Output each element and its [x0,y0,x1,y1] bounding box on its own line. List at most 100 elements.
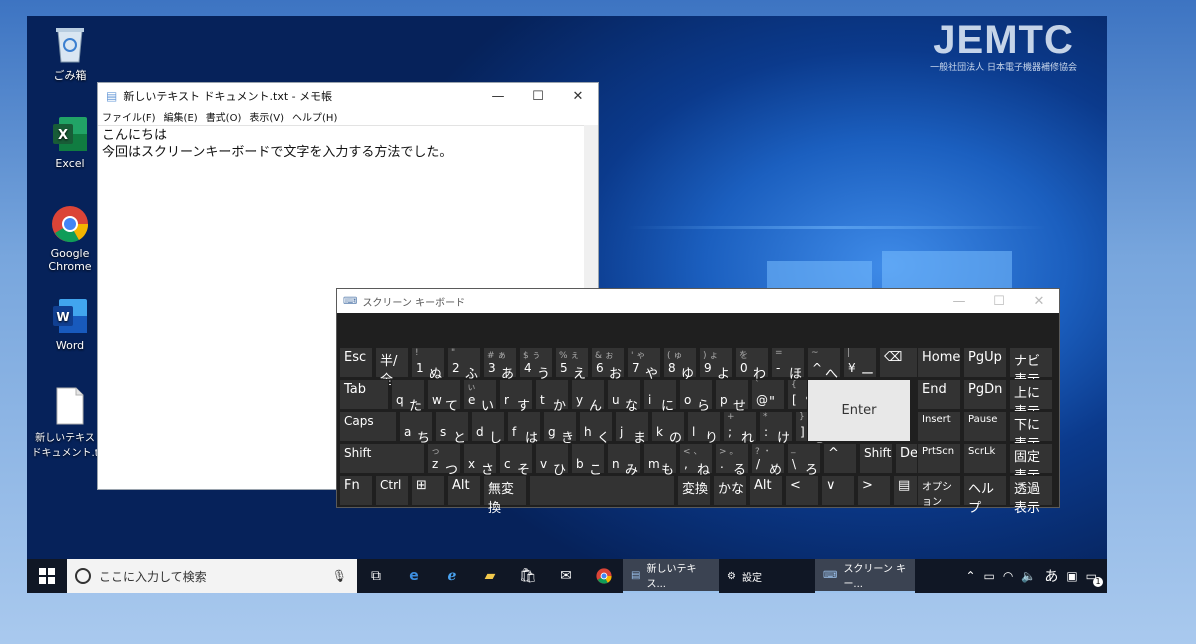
maximize-button[interactable]: ☐ [979,294,1019,309]
osk-key[interactable]: +; れ [723,411,757,446]
ime-mode-indicator[interactable]: あ [1044,566,1058,586]
start-button[interactable] [27,559,67,593]
osk-key[interactable]: 半/全 [375,347,409,388]
osk-side-key[interactable]: PgUp [963,347,1007,378]
osk-key[interactable]: < 、, ね [679,443,713,478]
menu-file[interactable]: ファイル(F) [102,109,156,125]
osk-key[interactable]: " 2 ふ [447,347,481,382]
menu-edit[interactable]: 編集(E) [164,109,198,125]
osk-key[interactable] [529,475,675,506]
osk-key[interactable]: ∨ [821,475,855,506]
osk-key[interactable]: Alt [447,475,481,506]
taskbar-app-osk[interactable]: ⌨ スクリーン キー... [815,559,915,593]
osk-key[interactable]: Shift [339,443,425,474]
osk-side-key[interactable]: 上に表示 [1009,379,1053,420]
battery-icon[interactable]: ▭ [984,569,995,583]
osk-key[interactable]: を0わ [735,347,769,382]
osk-key[interactable]: Caps [339,411,397,442]
osk-key[interactable]: > [857,475,891,506]
osk-key[interactable]: nみ [607,443,641,478]
task-view-icon[interactable]: ⧉ [357,559,395,593]
osk-key[interactable]: sと [435,411,469,446]
osk-key[interactable]: uな [607,379,641,414]
close-button[interactable]: ✕ [1019,294,1059,309]
minimize-button[interactable]: — [939,294,979,309]
close-button[interactable]: ✕ [558,89,598,104]
osk-key[interactable]: | ¥ ー [843,347,877,382]
osk-side-key[interactable]: ヘルプ [963,475,1007,516]
osk-key[interactable]: = - ほ [771,347,805,382]
osk-key[interactable]: < [785,475,819,506]
osk-key[interactable]: % ぇ5え [555,347,589,382]
osk-side-key[interactable]: Insert [917,411,961,442]
osk-key[interactable]: iに [643,379,677,414]
osk-side-key[interactable]: ナビ表示 [1009,347,1053,388]
osk-key[interactable]: bこ [571,443,605,478]
osk-key[interactable]: Ctrl [375,475,409,506]
osk-key[interactable]: *: け [759,411,793,446]
osk-side-key[interactable]: ScrLk [963,443,1007,474]
osk-key[interactable]: kの [651,411,685,446]
osk-side-key[interactable]: End [917,379,961,410]
taskbar-app-notepad[interactable]: ▤ 新しいテキス... [623,559,719,593]
maximize-button[interactable]: ☐ [518,89,558,104]
on-screen-keyboard-window[interactable]: ⌨ スクリーン キーボード — ☐ ✕ Esc半/全!1ぬ"2ふ# ぁ3あ$ ぅ… [336,288,1060,516]
osk-key[interactable]: wて [427,379,461,414]
osk-side-key[interactable]: 透過表示 [1009,475,1053,516]
osk-key[interactable]: Alt [749,475,783,506]
volume-icon[interactable]: 🔈 [1021,569,1036,583]
osk-key[interactable]: pせ [715,379,749,414]
osk-key[interactable]: $ ぅ4う [519,347,553,382]
taskbar-app-settings[interactable]: ⚙ 設定 [719,559,815,593]
osk-key[interactable]: っzつ [427,443,461,478]
osk-key[interactable]: cそ [499,443,533,478]
osk-key[interactable]: tか [535,379,569,414]
osk-enter-key[interactable]: Enter [807,379,911,442]
osk-key[interactable]: ⊞ [411,475,445,506]
osk-key[interactable]: かな [713,475,747,506]
osk-key[interactable]: Esc [339,347,373,378]
osk-side-key[interactable]: PgDn [963,379,1007,410]
osk-key[interactable]: qた [391,379,425,414]
osk-key[interactable]: fは [507,411,541,446]
file-explorer-icon[interactable]: ▰ [471,559,509,593]
osk-key[interactable]: mも [643,443,677,478]
osk-key[interactable]: oら [679,379,713,414]
notification-center-icon[interactable]: ▭ 1 [1086,569,1103,587]
edge-icon[interactable]: e [395,559,433,593]
osk-key[interactable]: ' ゃ7や [627,347,661,382]
osk-key[interactable]: ) ょ9よ [699,347,733,382]
osk-key[interactable]: ? ・ / め [751,443,785,478]
osk-side-key[interactable]: 下に表示 [1009,411,1053,452]
notepad-titlebar[interactable]: ▤ 新しいテキスト ドキュメント.txt - メモ帳 — ☐ ✕ [98,83,598,109]
osk-key[interactable]: dし [471,411,505,446]
osk-titlebar[interactable]: ⌨ スクリーン キーボード — ☐ ✕ [337,289,1059,313]
osk-key[interactable]: rす [499,379,533,414]
osk-side-key[interactable]: Home [917,347,961,378]
osk-key[interactable]: hく [579,411,613,446]
osk-side-key[interactable]: PrtScn [917,443,961,474]
osk-key[interactable]: _ \ ろ [787,443,821,478]
osk-key[interactable]: Shift [859,443,893,474]
minimize-button[interactable]: — [478,89,518,104]
osk-key[interactable]: Tab [339,379,389,410]
taskbar-search-box[interactable]: ここに入力して検索 🎙 [67,559,357,593]
ime-pad-icon[interactable]: ▣ [1066,569,1077,583]
osk-key[interactable]: Fn [339,475,373,506]
osk-key[interactable]: vひ [535,443,569,478]
osk-key[interactable]: ! 1 ぬ [411,347,445,382]
chevron-up-icon[interactable]: ⌃ [965,569,975,583]
osk-key[interactable]: & ぉ6お [591,347,625,382]
osk-key[interactable]: ~ ^ へ [807,347,841,382]
osk-key[interactable]: ( ゅ8ゆ [663,347,697,382]
store-icon[interactable]: 🛍 [509,559,547,593]
osk-key[interactable]: ` @ " [751,379,785,410]
menu-help[interactable]: ヘルプ(H) [292,109,337,125]
menu-format[interactable]: 書式(O) [206,109,242,125]
osk-side-key[interactable]: Pause [963,411,1007,442]
osk-key[interactable]: > 。. る [715,443,749,478]
osk-side-key[interactable]: 固定表示 [1009,443,1053,484]
osk-key[interactable]: # ぁ3あ [483,347,517,382]
wifi-icon[interactable]: ◠ [1003,569,1013,583]
desktop-icon-recycle-bin[interactable]: ごみ箱 [30,24,110,83]
